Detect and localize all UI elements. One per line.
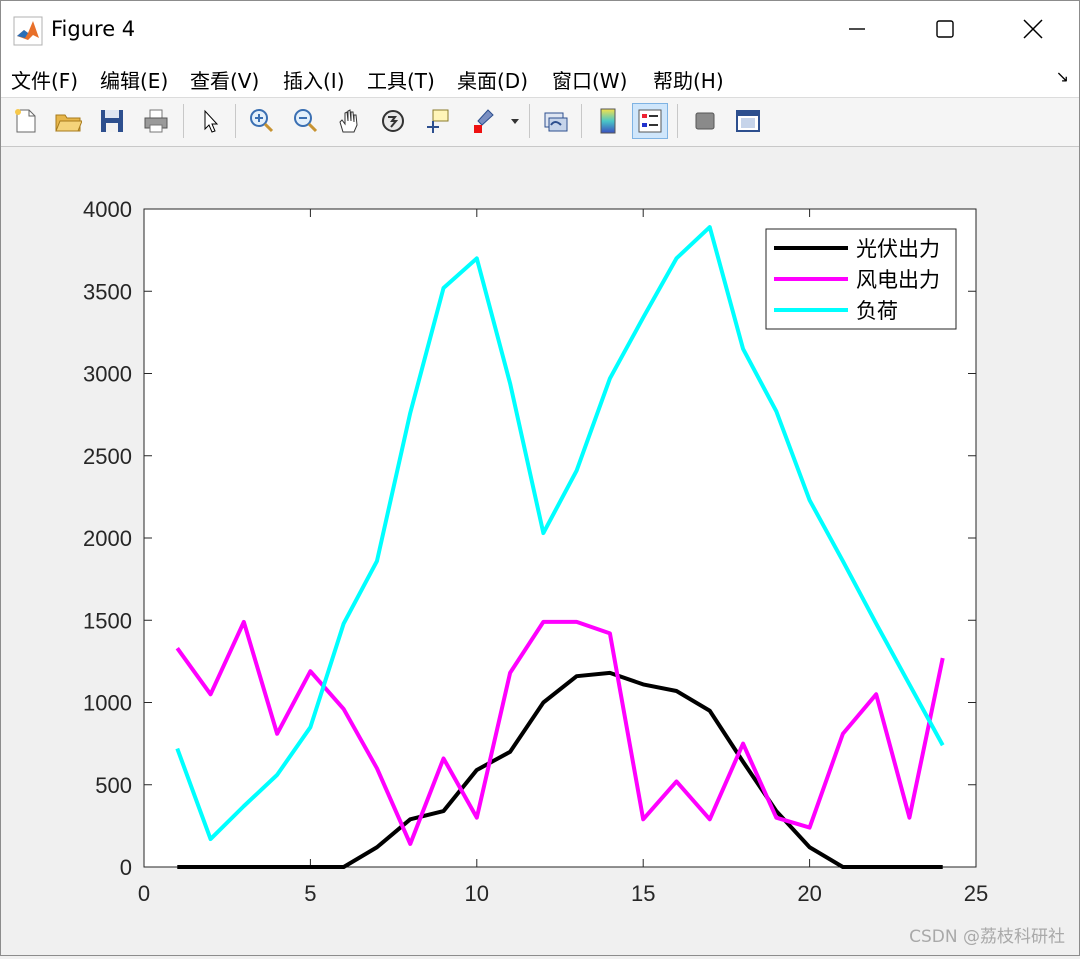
- maximize-icon: [936, 20, 954, 38]
- y-tick-label: 3000: [83, 362, 132, 387]
- y-tick-label: 2500: [83, 444, 132, 469]
- menu-desktop[interactable]: 桌面(D): [457, 65, 528, 94]
- data-cursor-icon[interactable]: [419, 103, 455, 139]
- menu-view[interactable]: 查看(V): [190, 65, 259, 94]
- menu-file[interactable]: 文件(F): [11, 65, 78, 94]
- close-button[interactable]: [987, 1, 1079, 57]
- y-tick-label: 3500: [83, 279, 132, 304]
- pointer-icon[interactable]: [192, 103, 228, 139]
- x-tick-label: 5: [304, 881, 316, 906]
- figure-toolbar: [1, 98, 1079, 147]
- menu-window[interactable]: 窗口(W): [552, 65, 627, 94]
- pan-hand-icon[interactable]: [331, 103, 367, 139]
- x-tick-label: 20: [797, 881, 821, 906]
- rotate-3d-icon[interactable]: [375, 103, 411, 139]
- close-icon: [1023, 19, 1043, 39]
- matlab-logo-icon: [13, 16, 43, 46]
- title-bar[interactable]: Figure 4: [1, 1, 1079, 57]
- x-tick-label: 0: [138, 881, 150, 906]
- brush-icon[interactable]: [464, 103, 500, 139]
- figure-canvas: 0 5 10 15 20 25 0 500 1000 1500 2000 2500 3000 3500 40…: [1, 147, 1079, 955]
- x-tick-label: 15: [631, 881, 655, 906]
- show-plot-tools-icon[interactable]: [730, 103, 766, 139]
- open-file-icon[interactable]: [50, 103, 86, 139]
- line-chart[interactable]: 0 5 10 15 20 25 0 500 1000 1500 2000 2500 3000 3500 40…: [1, 147, 1079, 955]
- dock-arrow-icon[interactable]: ↘: [1056, 67, 1069, 86]
- brush-dropdown-icon[interactable]: [505, 103, 525, 139]
- link-plot-icon[interactable]: [537, 103, 573, 139]
- maximize-button[interactable]: [899, 1, 991, 57]
- print-icon[interactable]: [138, 103, 174, 139]
- save-icon[interactable]: [94, 103, 130, 139]
- y-tick-label: 1500: [83, 608, 132, 633]
- hide-plot-tools-icon[interactable]: [687, 103, 723, 139]
- menu-help[interactable]: 帮助(H): [653, 65, 724, 94]
- menu-insert[interactable]: 插入(I): [283, 65, 345, 94]
- legend-label-1: 光伏出力: [856, 238, 940, 261]
- y-tick-label: 0: [120, 855, 132, 880]
- zoom-out-icon[interactable]: [287, 103, 323, 139]
- minimize-button[interactable]: [811, 1, 903, 57]
- y-tick-label: 4000: [83, 197, 132, 222]
- legend-label-2: 风电出力: [856, 269, 940, 292]
- new-figure-icon[interactable]: [7, 103, 43, 139]
- menu-edit[interactable]: 编辑(E): [100, 65, 168, 94]
- menu-tools[interactable]: 工具(T): [367, 65, 435, 94]
- zoom-in-icon[interactable]: [243, 103, 279, 139]
- minimize-icon: [849, 28, 865, 30]
- x-tick-label: 25: [964, 881, 988, 906]
- insert-legend-icon[interactable]: [632, 103, 668, 139]
- figure-window: Figure 4 文件(F) 编辑(E) 查看(V) 插入(I) 工具(T) 桌…: [0, 0, 1080, 956]
- y-tick-label: 1000: [83, 691, 132, 716]
- x-tick-label: 10: [465, 881, 489, 906]
- legend-label-3: 负荷: [856, 300, 898, 323]
- window-title: Figure 4: [51, 17, 136, 41]
- insert-colorbar-icon[interactable]: [590, 103, 626, 139]
- y-tick-label: 500: [95, 773, 132, 798]
- menu-bar: 文件(F) 编辑(E) 查看(V) 插入(I) 工具(T) 桌面(D) 窗口(W…: [1, 57, 1079, 98]
- y-tick-label: 2000: [83, 526, 132, 551]
- watermark: CSDN @荔枝科研社: [909, 927, 1065, 947]
